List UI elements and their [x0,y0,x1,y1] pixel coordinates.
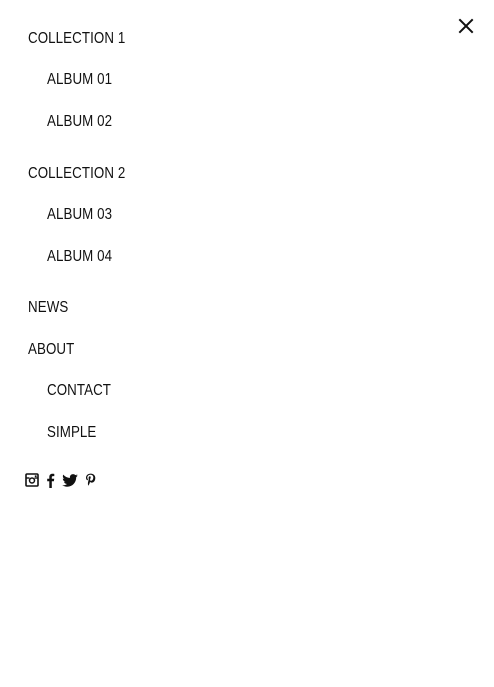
facebook-icon [47,473,55,488]
instagram-icon [25,473,39,487]
close-button[interactable] [455,15,477,37]
menu-item-album-03[interactable]: ALBUM 03 [47,205,112,225]
pinterest-icon [86,473,96,486]
close-icon [458,18,474,34]
instagram-link[interactable] [25,472,39,488]
social-links [25,472,103,488]
menu-item-album-04[interactable]: ALBUM 04 [47,247,112,267]
menu-item-album-01[interactable]: ALBUM 01 [47,70,112,90]
menu-item-collection-1[interactable]: COLLECTION 1 [28,29,125,49]
menu-item-simple[interactable]: SIMPLE [47,423,96,443]
menu-item-contact[interactable]: CONTACT [47,381,111,401]
menu-item-collection-2[interactable]: COLLECTION 2 [28,164,125,184]
menu-item-news[interactable]: NEWS [28,298,68,318]
facebook-link[interactable] [46,472,55,488]
pinterest-link[interactable] [85,472,96,488]
menu-item-about[interactable]: ABOUT [28,340,74,360]
twitter-link[interactable] [62,472,78,488]
twitter-icon [62,473,78,487]
menu-item-album-02[interactable]: ALBUM 02 [47,112,112,132]
